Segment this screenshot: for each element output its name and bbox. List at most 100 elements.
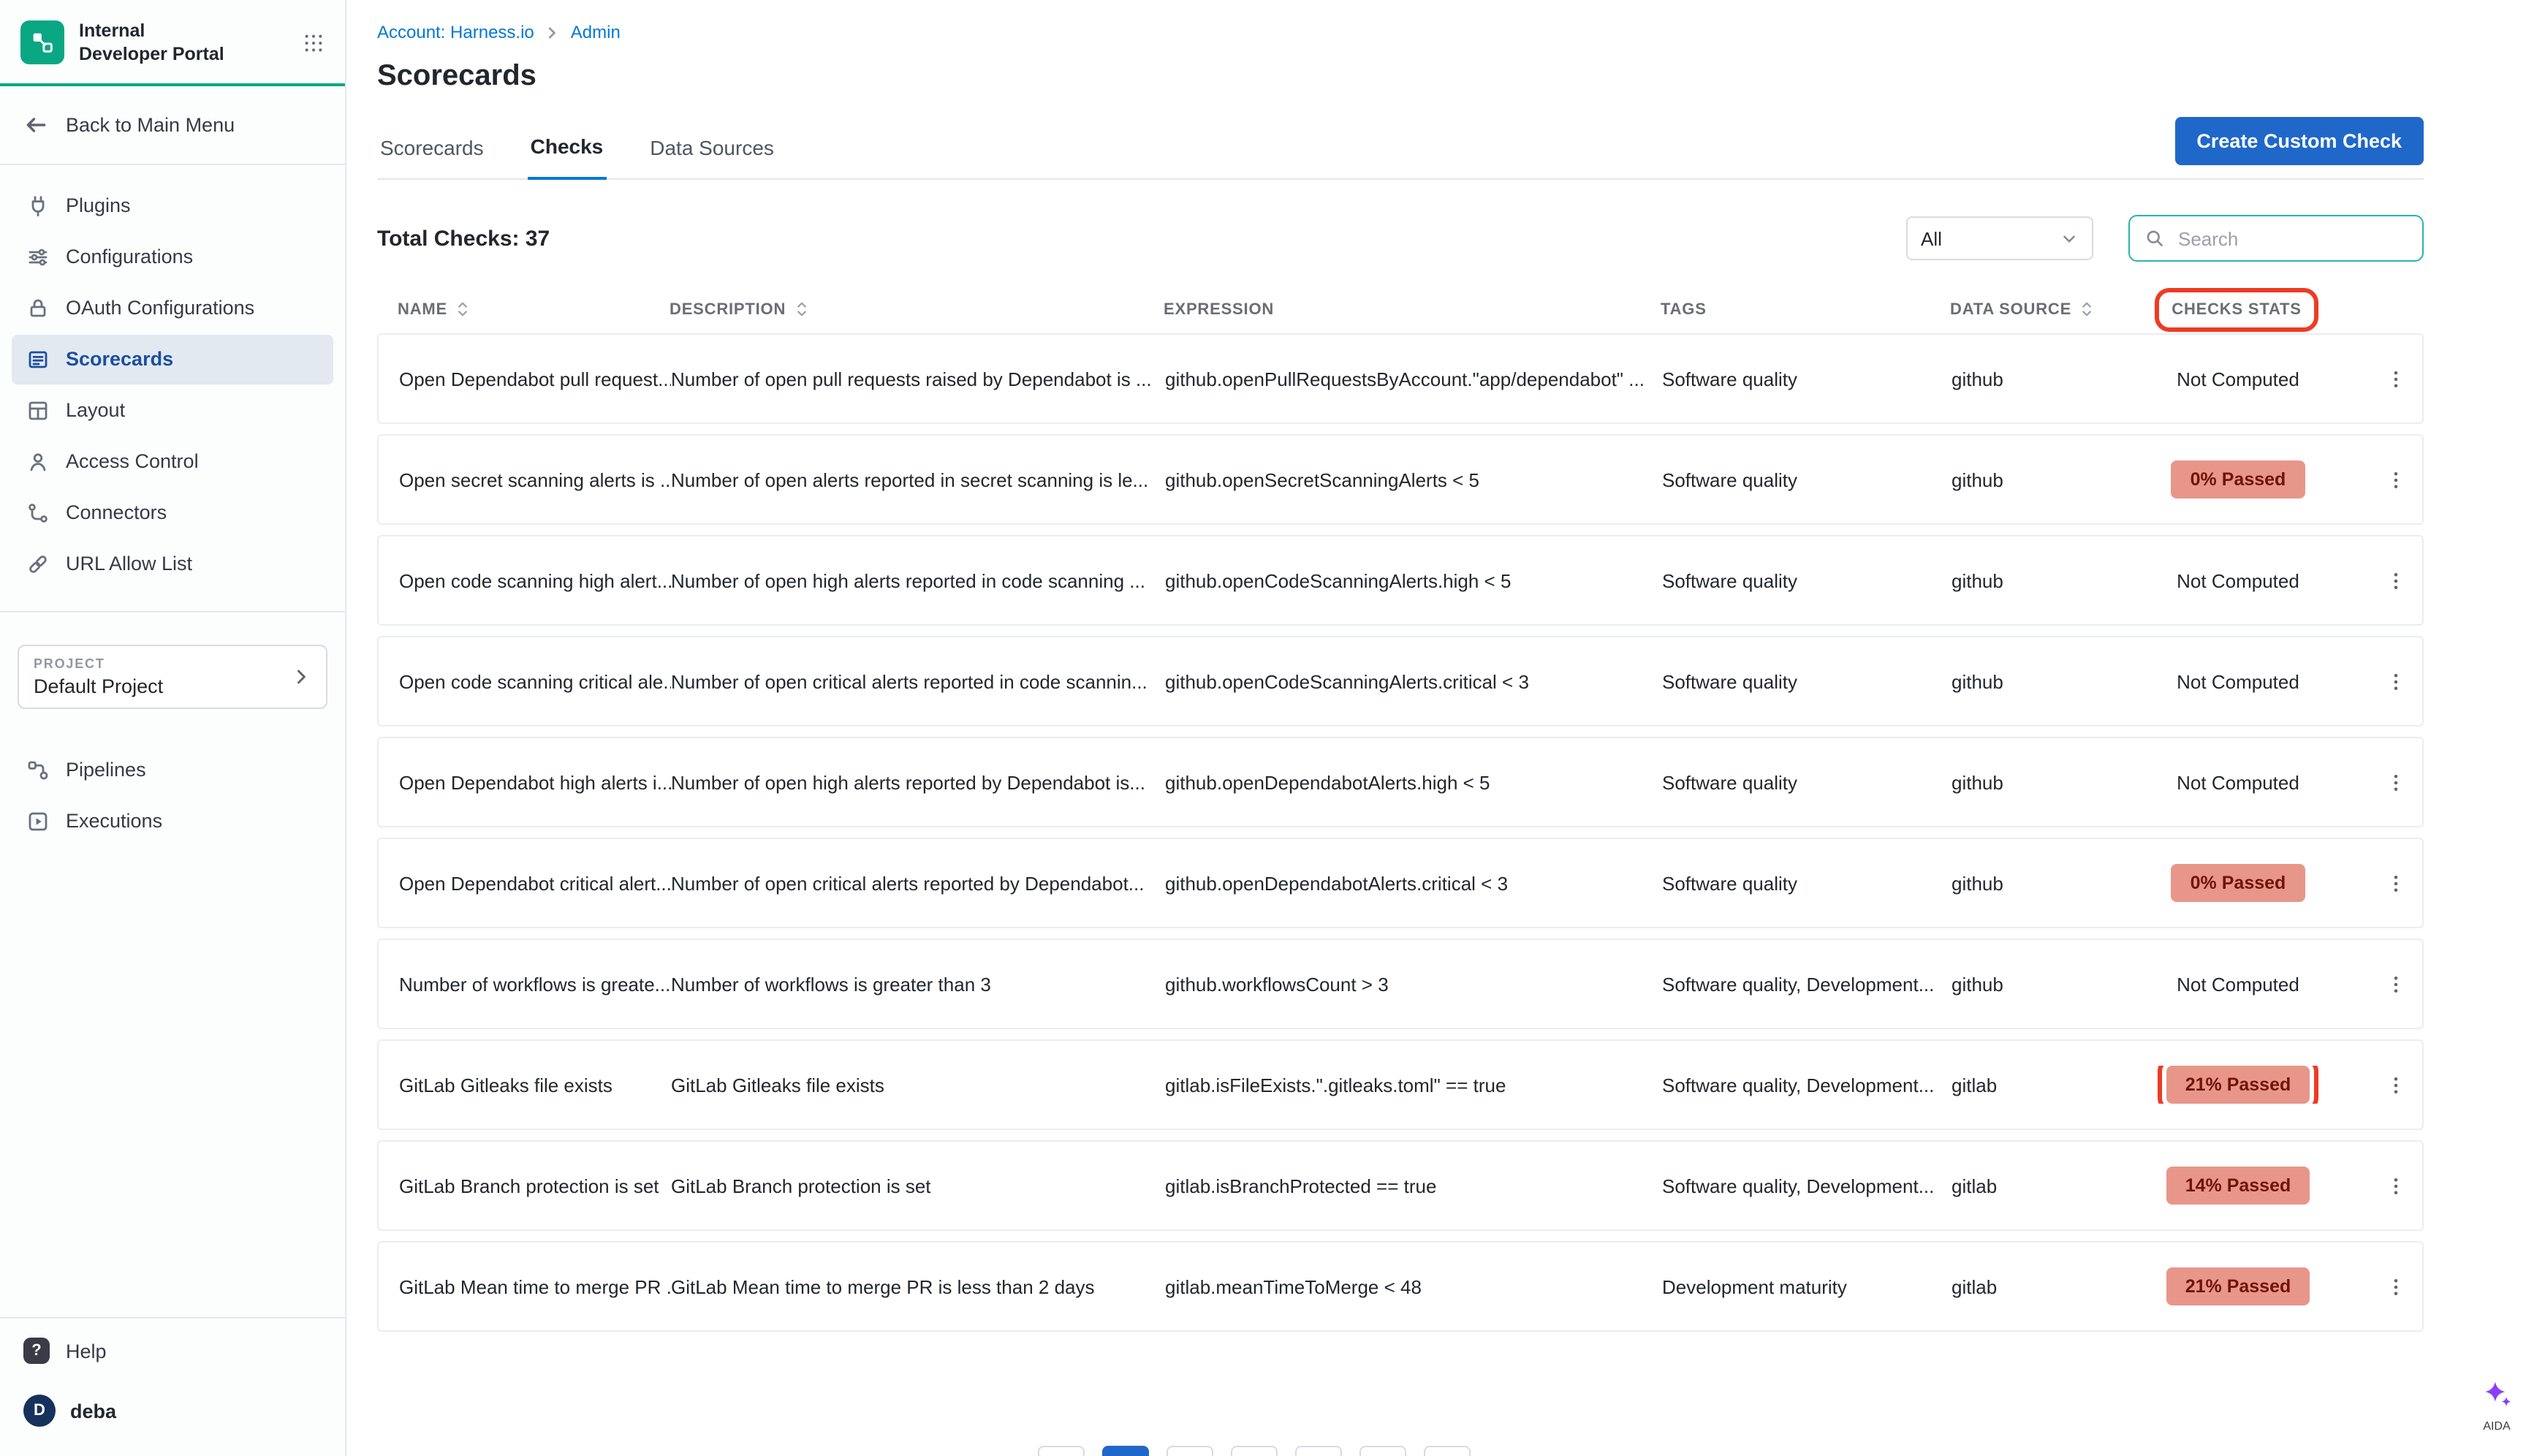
sort-icon xyxy=(793,300,809,319)
table-row[interactable]: Open Dependabot high alerts i... Number … xyxy=(377,737,2424,827)
check-stats: 21% Passed xyxy=(2109,1066,2367,1104)
search-icon xyxy=(2144,228,2165,249)
row-menu-button[interactable] xyxy=(2367,1142,2425,1229)
sidebar-item-label: Executions xyxy=(66,810,162,832)
column-header-data-source[interactable]: DATA SOURCE xyxy=(1950,300,2108,319)
back-to-main-menu[interactable]: Back to Main Menu xyxy=(0,86,345,164)
aida-icon xyxy=(2478,1376,2516,1414)
table-row[interactable]: GitLab Mean time to merge PR ... GitLab … xyxy=(377,1241,2424,1332)
stats-badge: 21% Passed xyxy=(2166,1066,2310,1104)
sidebar-nav-secondary: Pipelines Executions xyxy=(0,743,345,847)
pipelines-icon xyxy=(26,758,50,781)
check-data-source: github xyxy=(1952,771,2109,793)
help-button[interactable]: ? Help xyxy=(0,1317,345,1383)
sidebar-bottom: ? Help D deba xyxy=(0,1317,345,1456)
configurations-icon xyxy=(26,245,50,268)
sidebar-header: Internal Developer Portal xyxy=(0,0,345,86)
check-expression: gitlab.isFileExists.".gitleaks.toml" == … xyxy=(1165,1074,1662,1096)
row-menu-button[interactable] xyxy=(2367,1041,2425,1129)
column-header-name[interactable]: NAME xyxy=(377,300,670,319)
tab-bar: Scorecards Checks Data Sources Create Cu… xyxy=(377,117,2424,180)
row-menu-button[interactable] xyxy=(2367,436,2425,523)
chevron-right-icon xyxy=(291,666,311,686)
sidebar-item-executions[interactable]: Executions xyxy=(12,796,333,846)
filter-dropdown[interactable]: All xyxy=(1906,216,2093,260)
check-data-source: github xyxy=(1952,973,2109,995)
total-checks-count: Total Checks: 37 xyxy=(377,226,550,251)
sidebar-item-label: Connectors xyxy=(66,501,167,523)
row-menu-button[interactable] xyxy=(2367,839,2425,927)
search-input[interactable] xyxy=(2175,226,2408,251)
check-tags: Software quality xyxy=(1662,771,1952,793)
check-name: Open secret scanning alerts is ... xyxy=(379,469,671,490)
check-name: Open code scanning critical ale... xyxy=(379,670,671,692)
toolbar: Total Checks: 37 All xyxy=(377,180,2424,291)
project-selector[interactable]: PROJECT Default Project xyxy=(18,644,327,708)
lock-icon xyxy=(26,296,50,319)
tab-scorecards[interactable]: Scorecards xyxy=(377,136,487,178)
sidebar-item-label: Configurations xyxy=(66,246,193,268)
column-header-checks-stats: CHECKS STATS xyxy=(2108,300,2365,318)
sort-icon xyxy=(2079,300,2095,319)
plugins-icon xyxy=(26,194,50,217)
executions-icon xyxy=(26,809,50,833)
pagination-page-button[interactable]: 5 xyxy=(1359,1446,1406,1456)
stats-badge: 0% Passed xyxy=(2172,460,2305,498)
breadcrumb-admin-link[interactable]: Admin xyxy=(571,22,621,42)
check-description: Number of workflows is greater than 3 xyxy=(671,973,1165,995)
table-row[interactable]: GitLab Branch protection is set GitLab B… xyxy=(377,1140,2424,1231)
table-row[interactable]: GitLab Gitleaks file exists GitLab Gitle… xyxy=(377,1039,2424,1130)
main-content: Account: Harness.io Admin Scorecards Sco… xyxy=(346,0,2526,1456)
check-stats: 21% Passed xyxy=(2109,1267,2367,1305)
pagination-page-button[interactable]: 1 xyxy=(1102,1446,1149,1456)
create-custom-check-button[interactable]: Create Custom Check xyxy=(2174,117,2424,165)
sidebar-item-url-allow-list[interactable]: URL Allow List xyxy=(12,539,333,588)
aida-assistant-button[interactable]: AIDA xyxy=(2478,1376,2516,1433)
row-menu-button[interactable] xyxy=(2367,738,2425,826)
sidebar-item-configurations[interactable]: Configurations xyxy=(12,232,333,281)
pagination-next-button[interactable] xyxy=(1424,1446,1471,1456)
sidebar-item-layout[interactable]: Layout xyxy=(12,385,333,435)
user-menu[interactable]: D deba xyxy=(0,1383,345,1456)
project-name: Default Project xyxy=(34,675,163,697)
pagination-prev-button[interactable] xyxy=(1038,1446,1085,1456)
check-expression: github.openSecretScanningAlerts < 5 xyxy=(1165,469,1662,490)
pagination-page-button[interactable]: 2 xyxy=(1167,1446,1213,1456)
row-menu-button[interactable] xyxy=(2367,335,2425,422)
check-tags: Software quality xyxy=(1662,670,1952,692)
row-menu-button[interactable] xyxy=(2367,1243,2425,1330)
check-name: GitLab Gitleaks file exists xyxy=(379,1074,671,1096)
row-menu-button[interactable] xyxy=(2367,536,2425,624)
row-menu-button[interactable] xyxy=(2367,637,2425,725)
sidebar-item-connectors[interactable]: Connectors xyxy=(12,488,333,537)
sidebar-item-access-control[interactable]: Access Control xyxy=(12,436,333,486)
table-row[interactable]: Open secret scanning alerts is ... Numbe… xyxy=(377,434,2424,525)
table-row[interactable]: Open Dependabot critical alert... Number… xyxy=(377,838,2424,928)
table-row[interactable]: Number of workflows is greate... Number … xyxy=(377,939,2424,1029)
check-stats: 0% Passed xyxy=(2109,864,2367,902)
check-name: GitLab Mean time to merge PR ... xyxy=(379,1275,671,1297)
check-description: Number of open critical alerts reported … xyxy=(671,872,1165,894)
check-name: Number of workflows is greate... xyxy=(379,973,671,995)
user-name: deba xyxy=(70,1400,116,1422)
table-row[interactable]: Open code scanning high alert... Number … xyxy=(377,535,2424,626)
check-tags: Software quality xyxy=(1662,368,1952,390)
breadcrumb-account-link[interactable]: Account: Harness.io xyxy=(377,22,534,42)
pagination-page-button[interactable]: 3 xyxy=(1231,1446,1278,1456)
sidebar-item-scorecards[interactable]: Scorecards xyxy=(12,334,333,384)
chevron-right-icon xyxy=(545,24,561,40)
sidebar-item-oauth-configurations[interactable]: OAuth Configurations xyxy=(12,283,333,333)
check-description: Number of open high alerts reported by D… xyxy=(671,771,1165,793)
row-menu-button[interactable] xyxy=(2367,940,2425,1028)
app-switcher-icon[interactable] xyxy=(303,32,325,54)
table-row[interactable]: Open Dependabot pull request... Number o… xyxy=(377,333,2424,424)
column-header-description[interactable]: DESCRIPTION xyxy=(670,300,1164,319)
table-row[interactable]: Open code scanning critical ale... Numbe… xyxy=(377,636,2424,727)
check-data-source: github xyxy=(1952,872,2109,894)
check-data-source: gitlab xyxy=(1952,1275,2109,1297)
pagination-page-button[interactable]: 4 xyxy=(1295,1446,1342,1456)
tab-data-sources[interactable]: Data Sources xyxy=(647,136,777,178)
tab-checks[interactable]: Checks xyxy=(528,134,607,180)
sidebar-item-plugins[interactable]: Plugins xyxy=(12,181,333,230)
sidebar-item-pipelines[interactable]: Pipelines xyxy=(12,745,333,795)
